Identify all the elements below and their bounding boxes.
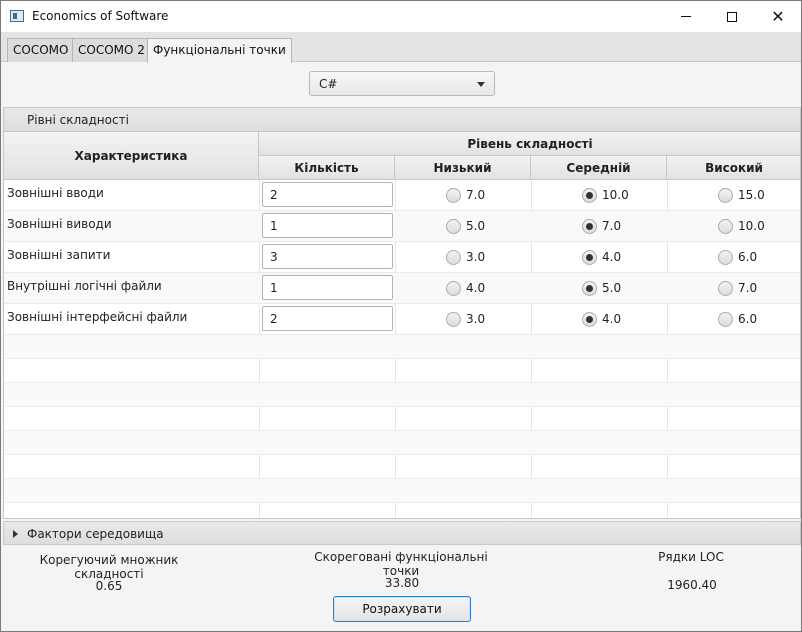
quantity-input[interactable]: 1 (262, 275, 393, 300)
characteristic-name: Зовнішні вводи (7, 186, 104, 200)
empty-row (4, 431, 800, 455)
tab-function-points[interactable]: Функціональні точки (147, 38, 292, 63)
col-group-complexity: Рівень складності (259, 132, 800, 156)
radio-high-label: 15.0 (738, 188, 765, 202)
quantity-input[interactable]: 1 (262, 213, 393, 238)
quantity-input[interactable]: 2 (262, 306, 393, 331)
environment-pane-title: Фактори середовища (27, 527, 164, 541)
chevron-down-icon (477, 82, 485, 87)
table-row: Зовнішні інтерфейсні файли 2 3.0 4.0 6.0 (4, 304, 800, 335)
radio-high[interactable] (718, 188, 733, 203)
table-row: Зовнішні вводи 2 7.0 10.0 15.0 (4, 180, 800, 211)
language-select[interactable]: C# (309, 71, 495, 96)
radio-low-label: 4.0 (466, 281, 486, 295)
minimize-icon (681, 16, 691, 17)
radio-low[interactable] (446, 281, 461, 296)
radio-low-label: 3.0 (466, 250, 486, 264)
radio-medium[interactable] (582, 312, 597, 327)
radio-medium-label: 10.0 (602, 188, 629, 202)
tab-cocomo-2[interactable]: COCOMO 2 (72, 38, 151, 62)
empty-row (4, 335, 800, 359)
close-icon: ✕ (771, 6, 785, 26)
loc-label: Рядки LOC (658, 550, 724, 564)
tab-bar: COCOMO COCOMO 2 Функціональні точки (1, 32, 801, 63)
radio-high-label: 6.0 (738, 312, 758, 326)
tab-cocomo[interactable]: COCOMO (7, 38, 75, 62)
radio-low[interactable] (446, 250, 461, 265)
radio-high[interactable] (718, 312, 733, 327)
adjusted-fp-value: 33.80 (384, 576, 420, 590)
maximize-icon (727, 11, 737, 22)
radio-medium[interactable] (582, 188, 597, 203)
radio-high-label: 10.0 (738, 219, 765, 233)
col-header-medium[interactable]: Середній (531, 156, 667, 180)
radio-high[interactable] (718, 219, 733, 234)
radio-high-label: 6.0 (738, 250, 758, 264)
col-header-high[interactable]: Високий (667, 156, 800, 180)
maximize-button[interactable] (709, 1, 755, 32)
radio-medium-label: 5.0 (602, 281, 622, 295)
col-header-low[interactable]: Низький (395, 156, 531, 180)
col-header-quantity[interactable]: Кількість (259, 156, 395, 180)
radio-low[interactable] (446, 312, 461, 327)
empty-row (4, 407, 800, 431)
complexity-pane-title: Рівні складності (27, 113, 129, 127)
empty-row (4, 479, 800, 503)
radio-medium[interactable] (582, 250, 597, 265)
minimize-button[interactable] (663, 1, 709, 32)
radio-high[interactable] (718, 281, 733, 296)
empty-row (4, 455, 800, 479)
radio-medium-label: 4.0 (602, 312, 622, 326)
quantity-input[interactable]: 3 (262, 244, 393, 269)
calculate-button[interactable]: Розрахувати (333, 596, 471, 622)
radio-low-label: 7.0 (466, 188, 486, 202)
language-select-value: C# (319, 77, 338, 91)
adjusted-fp-label: Скореговані функціональні точки (314, 550, 488, 578)
adjust-factor-value: 0.65 (95, 579, 123, 593)
characteristic-name: Зовнішні запити (7, 248, 111, 262)
complexity-pane-header[interactable]: Рівні складності (3, 107, 801, 131)
characteristic-name: Зовнішні інтерфейсні файли (7, 310, 188, 324)
quantity-input[interactable]: 2 (262, 182, 393, 207)
table-row: Внутрішні логічні файли 1 4.0 5.0 7.0 (4, 273, 800, 304)
radio-low-label: 5.0 (466, 219, 486, 233)
radio-medium[interactable] (582, 281, 597, 296)
radio-medium-label: 4.0 (602, 250, 622, 264)
radio-medium[interactable] (582, 219, 597, 234)
app-icon (10, 10, 24, 22)
empty-row (4, 383, 800, 407)
characteristic-name: Внутрішні логічні файли (7, 279, 162, 293)
radio-medium-label: 7.0 (602, 219, 622, 233)
characteristic-name: Зовнішні виводи (7, 217, 112, 231)
radio-high-label: 7.0 (738, 281, 758, 295)
empty-row (4, 359, 800, 383)
table-row: Зовнішні виводи 1 5.0 7.0 10.0 (4, 211, 800, 242)
window-title: Economics of Software (32, 9, 169, 23)
table-row: Зовнішні запити 3 3.0 4.0 6.0 (4, 242, 800, 273)
radio-high[interactable] (718, 250, 733, 265)
app-window: Economics of Software ✕ COCOMO COCOMO 2 … (0, 0, 802, 632)
adjust-factor-label: Корегуючий множник складності (39, 553, 179, 581)
radio-low[interactable] (446, 219, 461, 234)
radio-low[interactable] (446, 188, 461, 203)
loc-value: 1960.40 (667, 578, 717, 592)
function-points-table: Характеристика Рівень складності Кількіс… (3, 131, 801, 519)
expand-triangle-icon (13, 530, 18, 538)
empty-row (4, 503, 800, 518)
title-bar: Economics of Software ✕ (1, 1, 801, 32)
radio-low-label: 3.0 (466, 312, 486, 326)
environment-pane-header[interactable]: Фактори середовища (3, 521, 801, 545)
col-header-characteristic[interactable]: Характеристика (4, 132, 259, 180)
close-button[interactable]: ✕ (755, 1, 801, 32)
